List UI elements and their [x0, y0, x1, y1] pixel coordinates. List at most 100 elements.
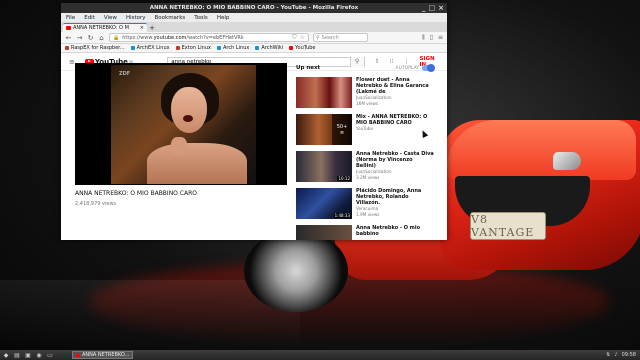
channel-watermark: ZDF [119, 71, 131, 77]
taskbar-task-firefox[interactable]: ANNA NETREBKO... [72, 351, 134, 359]
search-bar[interactable]: ⚲ Search [313, 33, 368, 42]
system-tray: ⇅ ♪ 09:58 [606, 352, 640, 358]
hamburger-menu-icon[interactable]: ≡ [438, 34, 443, 42]
maximize-button[interactable]: □ [429, 4, 436, 12]
forward-arrow-icon[interactable]: → [76, 34, 83, 42]
bookmark-item[interactable]: ArchEX Linux [130, 45, 170, 51]
video-duration: 1:48:33 [333, 213, 351, 218]
wallpaper-license-plate: V8 VANTAGE [470, 212, 546, 240]
recommendation-views: 3.2M views [356, 174, 380, 180]
wallpaper-car-wheel [244, 230, 348, 312]
recommendation-thumbnail[interactable] [296, 225, 352, 240]
network-icon[interactable]: ⇅ [606, 352, 610, 358]
singer-shoulders [147, 143, 247, 184]
video-view-count: 2,418,979 views [75, 201, 117, 207]
youtube-favicon-icon [76, 353, 80, 357]
bookmark-favicon-icon [289, 46, 294, 50]
bookmark-favicon-icon [175, 46, 180, 50]
video-title: ANNA NETREBKO: O MIO BABBINO CARO [75, 190, 197, 197]
menu-edit[interactable]: Edit [84, 15, 95, 21]
recommendation-item[interactable]: 50+ ≡ Mix - ANNA NETREBKO: O MIO BABBINO… [296, 114, 434, 147]
recommendation-item[interactable]: 1:48:33 Plácido Domingo, Anna Netrebko, … [296, 188, 434, 221]
recommendation-title[interactable]: Plácido Domingo, Anna Netrebko, Rolando … [356, 188, 434, 206]
recommendation-title[interactable]: Anna Netrebko - O mio babbino [356, 225, 434, 237]
youtube-favicon-icon [66, 26, 71, 30]
playlist-overlay: 50+ ≡ [332, 114, 352, 145]
singer-hand [171, 137, 187, 155]
up-next-sidebar: Up next AUTOPLAY Flower duet - Anna Netr… [296, 63, 435, 240]
start-menu-icon[interactable]: ◆ [2, 352, 10, 359]
bookmark-item[interactable]: Arch Linux [216, 45, 249, 51]
reload-icon[interactable]: ↻ [87, 34, 94, 42]
browser-launcher-icon[interactable]: ◉ [35, 352, 43, 359]
recommendation-title[interactable]: Mix - ANNA NETREBKO: O MIO BABBINO CARO [356, 114, 434, 126]
wallpaper-car-hood [446, 120, 636, 180]
window-titlebar[interactable]: ANNA NETREBKO: O MIO BABBINO CARO - YouT… [61, 3, 447, 13]
guide-menu-icon[interactable]: ≡ [69, 58, 75, 66]
autoplay-label: AUTOPLAY [395, 65, 419, 71]
singer-mouth [183, 115, 193, 122]
menu-help[interactable]: Help [217, 15, 230, 21]
clock[interactable]: 09:58 [622, 352, 636, 358]
up-next-header: Up next AUTOPLAY [296, 63, 435, 73]
new-tab-button[interactable]: + [147, 23, 157, 32]
video-player[interactable]: ZDF [75, 63, 287, 185]
menu-bookmarks[interactable]: Bookmarks [155, 15, 186, 21]
close-window-button[interactable]: × [438, 4, 444, 12]
back-arrow-icon[interactable]: ← [65, 34, 72, 42]
taskbar: ◆ ▤ ▣ ◉ ▭ ANNA NETREBKO... ⇅ ♪ 09:58 [0, 350, 640, 360]
show-desktop-icon[interactable]: ▭ [46, 352, 54, 359]
terminal-icon[interactable]: ▣ [24, 352, 32, 359]
navigation-toolbar: ← → ↻ ⌂ 🔒 https://www.youtube.com/watch?… [61, 32, 447, 44]
menu-tools[interactable]: Tools [194, 15, 208, 21]
bookmark-item[interactable]: ArchWiki [255, 45, 283, 51]
bookmark-favicon-icon [255, 46, 260, 50]
taskbar-task-label: ANNA NETREBKO... [82, 352, 130, 358]
file-manager-icon[interactable]: ▤ [13, 352, 21, 359]
volume-icon[interactable]: ♪ [614, 352, 617, 358]
recommendation-views: 16M views [356, 100, 379, 106]
sidebar-icon[interactable]: ▯ [430, 34, 433, 42]
bookmark-favicon-icon [216, 46, 221, 50]
recommendation-title[interactable]: Anna Netrebko - Casta Diva (Norma by Vin… [356, 151, 434, 169]
menu-bar: File Edit View History Bookmarks Tools H… [61, 13, 447, 22]
recommendation-item[interactable]: 10:12 Anna Netrebko - Casta Diva (Norma … [296, 151, 434, 184]
toolbar-icons: ⫼ ▯ ≡ [422, 34, 443, 42]
bookmark-item[interactable]: Exton Linux [175, 45, 211, 51]
tab-bar: ANNA NETREBKO: O M × + [61, 22, 447, 32]
bookmarks-toolbar: RaspEX for Raspber... ArchEX Linux Exton… [61, 44, 447, 53]
recommendation-thumbnail[interactable]: 50+ ≡ [296, 114, 352, 145]
bookmark-item[interactable]: YouTube [289, 45, 315, 51]
up-next-label: Up next [296, 65, 321, 71]
lock-icon[interactable]: 🔒 [113, 35, 119, 41]
recommendation-thumbnail[interactable]: 1:48:33 [296, 188, 352, 219]
menu-history[interactable]: History [126, 15, 146, 21]
pocket-icon[interactable]: ⛉ [292, 34, 297, 42]
video-frame: ZDF [111, 65, 256, 184]
recommendation-thumbnail[interactable]: 10:12 [296, 151, 352, 182]
bookmark-favicon-icon [65, 46, 69, 50]
recommendation-item[interactable]: Flower duet - Anna Netrebko & Elina Gara… [296, 77, 434, 110]
tab-label: ANNA NETREBKO: O M [73, 25, 129, 31]
recommendation-views: 1.9M views [356, 211, 380, 217]
menu-view[interactable]: View [104, 15, 117, 21]
bookmark-item[interactable]: RaspEX for Raspber... [65, 45, 125, 51]
url-bar[interactable]: 🔒 https://www.youtube.com/watch?v=ebEFHe… [109, 33, 309, 42]
recommendation-thumbnail[interactable] [296, 77, 352, 108]
bookmark-star-icon[interactable]: ☆ [300, 34, 305, 41]
playlist-icon: ≡ [339, 129, 345, 136]
minimize-button[interactable]: _ [422, 4, 426, 12]
recommendation-title[interactable]: Flower duet - Anna Netrebko & Elina Gara… [356, 77, 434, 95]
search-icon: ⚲ [316, 34, 320, 41]
video-duration: 10:12 [337, 176, 351, 181]
tab-close-icon[interactable]: × [140, 25, 144, 31]
tab-youtube[interactable]: ANNA NETREBKO: O M × [63, 23, 147, 32]
recommendation-item[interactable]: Anna Netrebko - O mio babbino [296, 225, 434, 240]
bookmark-favicon-icon [130, 46, 135, 50]
window-title: ANNA NETREBKO: O MIO BABBINO CARO - YouT… [149, 5, 359, 11]
library-icon[interactable]: ⫼ [422, 34, 425, 42]
menu-file[interactable]: File [66, 15, 75, 21]
url-text[interactable]: https://www.youtube.com/watch?v=ebEFHetV… [122, 35, 289, 41]
autoplay-toggle[interactable] [422, 64, 435, 72]
home-icon[interactable]: ⌂ [98, 34, 105, 42]
